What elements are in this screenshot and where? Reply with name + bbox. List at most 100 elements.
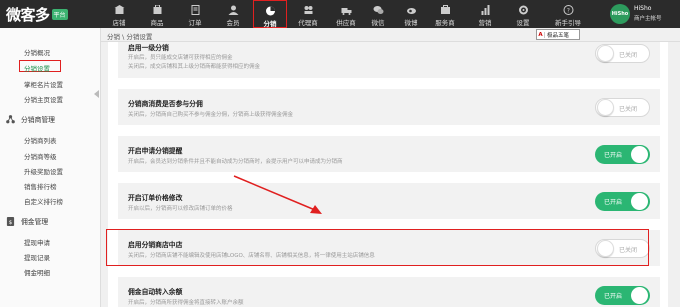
sidebar-item-commission-details[interactable]: 佣金明细 bbox=[24, 267, 50, 277]
sidebar-item-homepage-settings[interactable]: 分销主页设置 bbox=[24, 94, 63, 104]
ime-name: 极品五笔 bbox=[547, 32, 570, 39]
member-icon bbox=[228, 5, 238, 15]
toggle-knob bbox=[631, 287, 648, 304]
distribution-icon bbox=[265, 6, 275, 16]
ime-toolbar[interactable]: A 极品五笔 bbox=[536, 29, 580, 40]
nav-label: 营销 bbox=[478, 19, 492, 27]
nav-agent[interactable]: 代理商 bbox=[291, 0, 325, 28]
toggle-switch[interactable]: 已开启 bbox=[595, 192, 650, 211]
store-icon bbox=[114, 5, 124, 14]
avatar: HiSho bbox=[610, 4, 630, 24]
setting-row-first-level: 启用一级分销 开启后，员只能成交店铺可获得相应的佣金 关闭后，成交店铺和其上级分… bbox=[118, 42, 660, 78]
sidebar-group-label: 分销商管理 bbox=[21, 116, 55, 124]
brand-logo[interactable]: 微客多 平台 bbox=[6, 3, 68, 25]
settings-icon bbox=[518, 5, 528, 15]
toggle-switch[interactable]: 已关闭 bbox=[595, 44, 650, 63]
sidebar-item-withdraw-request[interactable]: 提现申请 bbox=[24, 237, 50, 247]
nav-label: 服务商 bbox=[435, 19, 455, 27]
setting-desc: 开启以后，分销商可以修改店铺订单的价格 bbox=[128, 206, 233, 212]
sidebar-item-distribution-settings[interactable]: 分销设置 bbox=[24, 63, 50, 73]
toggle-label: 已开启 bbox=[604, 293, 623, 300]
nav-label: 订单 bbox=[188, 19, 202, 27]
nav-guide[interactable]: ? 新手引导 bbox=[548, 0, 588, 28]
commission-icon: $ bbox=[6, 216, 15, 226]
setting-row-auto-balance: 佣金自动转入余额 开启后，分销商所获得佣金将直接转入账户余额 已开启 bbox=[118, 277, 660, 307]
toggle-switch[interactable]: 已开启 bbox=[595, 145, 650, 164]
toggle-switch[interactable]: 已关闭 bbox=[595, 98, 650, 117]
nav-weibo[interactable]: 微博 bbox=[394, 0, 428, 28]
agent-icon bbox=[304, 6, 312, 14]
nav-service[interactable]: 服务商 bbox=[428, 0, 462, 28]
nav-store[interactable]: 店铺 bbox=[102, 0, 136, 28]
setting-desc: 关闭后，分销商自己购买不参与佣金分佣，分销商上级获得佣金佣金 bbox=[128, 112, 294, 118]
sidebar-item-shopkeeper-card[interactable]: 掌柜名片设置 bbox=[24, 79, 63, 89]
annotation-highlight-box bbox=[106, 229, 649, 266]
setting-row-self-purchase: 分销商消费是否参与分佣 关闭后，分销商自己购买不参与佣金分佣，分销商上级获得佣金… bbox=[118, 89, 660, 125]
order-icon bbox=[191, 5, 199, 15]
toggle-knob bbox=[597, 45, 614, 62]
toggle-knob bbox=[631, 193, 648, 210]
guide-icon: ? bbox=[563, 5, 573, 15]
user-name: HiSho bbox=[634, 5, 652, 12]
supplier-icon bbox=[341, 8, 351, 15]
sidebar-group-label: 佣金管理 bbox=[21, 218, 49, 226]
brand-name: 微客多 bbox=[6, 5, 50, 24]
nav-wechat[interactable]: 微信 bbox=[361, 0, 395, 28]
toggle-switch[interactable]: 已开启 bbox=[595, 286, 650, 305]
nav-label: 商品 bbox=[150, 19, 164, 27]
svg-text:$: $ bbox=[9, 219, 12, 225]
sidebar-item-distributor-levels[interactable]: 分销商等级 bbox=[24, 151, 57, 161]
top-navigation-bar: 微客多 平台 店铺 商品 订单 会员 分销 代理商 供应商 微信 微博 服务商 bbox=[0, 0, 680, 28]
sidebar-item-upgrade-rewards[interactable]: 升级奖励设置 bbox=[24, 166, 63, 176]
setting-desc: 开启后，会员达到分销条件并且不能自动成为分销商时，会提示用户可以申请成为分销商 bbox=[128, 159, 343, 165]
setting-row-apply-reminder: 开启申请分销提醒 开启后，会员达到分销条件并且不能自动成为分销商时，会提示用户可… bbox=[118, 136, 660, 172]
nav-member[interactable]: 会员 bbox=[216, 0, 250, 28]
nav-label: 新手引导 bbox=[555, 19, 581, 27]
nav-order[interactable]: 订单 bbox=[178, 0, 212, 28]
nav-goods[interactable]: 商品 bbox=[140, 0, 174, 28]
setting-title: 启用一级分销 bbox=[128, 44, 169, 52]
setting-desc: 开启后，分销商所获得佣金将直接转入账户余额 bbox=[128, 300, 244, 306]
toggle-label: 已开启 bbox=[604, 152, 623, 159]
nav-label: 店铺 bbox=[112, 19, 126, 27]
nav-label: 会员 bbox=[226, 19, 240, 27]
sidebar-group-distributors[interactable]: 分销商管理 bbox=[6, 114, 55, 124]
distributors-icon bbox=[6, 114, 15, 123]
sidebar-item-custom-ranking[interactable]: 自定义排行榜 bbox=[24, 196, 63, 206]
brand-badge: 平台 bbox=[51, 8, 68, 20]
toggle-label: 已开启 bbox=[604, 199, 623, 206]
sidebar-item-withdraw-records[interactable]: 提现记录 bbox=[24, 252, 50, 262]
user-role: 商户主帐号 bbox=[634, 16, 662, 22]
ime-mode-icon: A bbox=[537, 31, 545, 38]
setting-row-order-price-edit: 开启订单价格修改 开启以后，分销商可以修改店铺订单的价格 已开启 bbox=[118, 183, 660, 219]
setting-title: 佣金自动转入余额 bbox=[128, 288, 183, 296]
sidebar-group-commission[interactable]: $ 佣金管理 bbox=[6, 216, 48, 226]
nav-settings[interactable]: 设置 bbox=[506, 0, 540, 28]
nav-label: 设置 bbox=[516, 19, 530, 27]
nav-label: 微信 bbox=[371, 19, 385, 27]
nav-label: 分销 bbox=[263, 20, 277, 28]
sidebar-collapse-icon[interactable] bbox=[94, 90, 99, 98]
sidebar-item-distributor-list[interactable]: 分销商列表 bbox=[24, 135, 57, 145]
breadcrumb: 分销 \ 分销设置 bbox=[107, 33, 153, 41]
service-icon bbox=[440, 5, 450, 14]
sidebar: 分销概况 分销设置 掌柜名片设置 分销主页设置 分销商管理 分销商列表 分销商等… bbox=[0, 28, 101, 307]
toggle-label: 已关闭 bbox=[619, 52, 638, 59]
sidebar-item-sales-ranking[interactable]: 销售排行榜 bbox=[24, 181, 57, 191]
user-account[interactable]: HiSho HiSho 商户主帐号 bbox=[610, 3, 680, 25]
marketing-icon bbox=[481, 5, 489, 15]
nav-distribution[interactable]: 分销 bbox=[253, 0, 287, 28]
sidebar-item-overview[interactable]: 分销概况 bbox=[24, 47, 50, 57]
nav-label: 代理商 bbox=[298, 19, 318, 27]
goods-icon bbox=[153, 5, 161, 14]
nav-marketing[interactable]: 营销 bbox=[468, 0, 502, 28]
setting-desc: 开启后，员只能成交店铺可获得相应的佣金 关闭后，成交店铺和其上级分销商都能获得相… bbox=[128, 55, 261, 70]
setting-title: 分销商消费是否参与分佣 bbox=[128, 100, 203, 108]
weibo-icon bbox=[406, 8, 416, 14]
toggle-label: 已关闭 bbox=[619, 106, 638, 113]
nav-supplier[interactable]: 供应商 bbox=[329, 0, 363, 28]
nav-label: 微博 bbox=[404, 19, 418, 27]
setting-title: 开启订单价格修改 bbox=[128, 194, 183, 202]
toggle-knob bbox=[597, 99, 614, 116]
annotation-arrow bbox=[233, 175, 322, 214]
